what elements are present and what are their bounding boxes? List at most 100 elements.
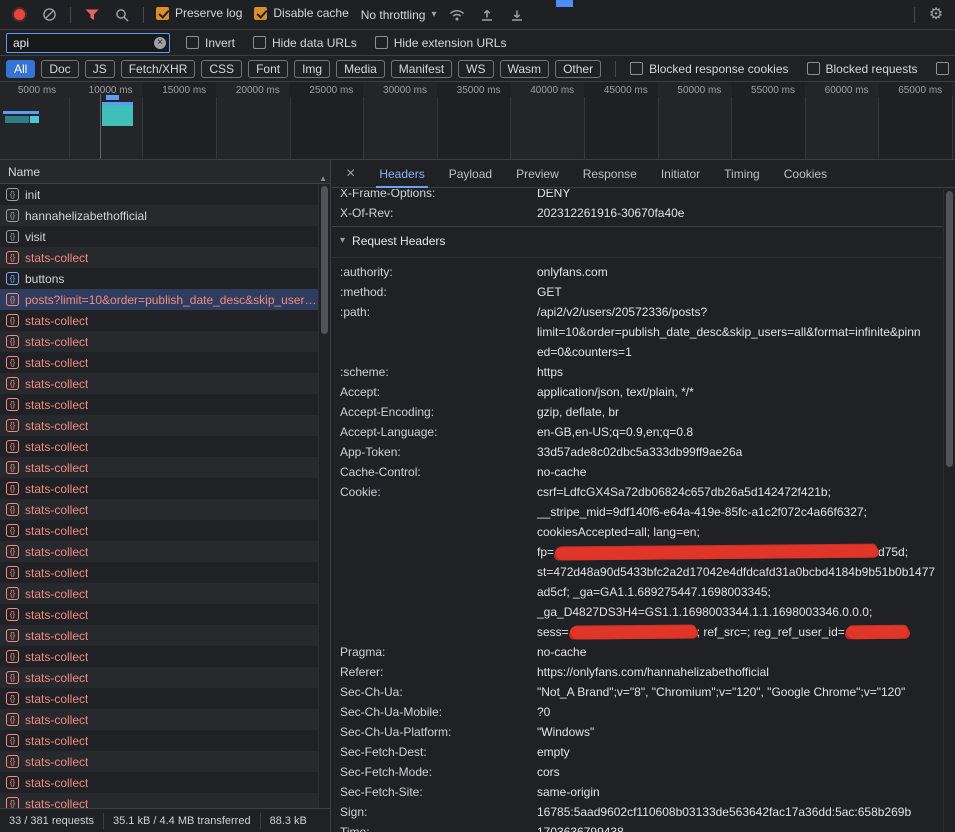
request-row[interactable]: {}stats-collect xyxy=(0,730,318,751)
resource-type-row: All Doc JS Fetch/XHR CSS Font Img Media Manifest… xyxy=(0,56,955,82)
request-row[interactable]: {}stats-collect xyxy=(0,667,318,688)
filter-chip-ws[interactable]: WS xyxy=(458,60,493,78)
tab-headers[interactable]: Headers xyxy=(379,160,424,188)
download-arrow-icon xyxy=(510,8,524,22)
filter-chip-js[interactable]: JS xyxy=(85,60,115,78)
request-row[interactable]: {}posts?limit=10&order=publish_date_desc… xyxy=(0,289,318,310)
request-name: stats-collect xyxy=(25,566,88,580)
script-icon: {} xyxy=(6,755,19,768)
details-scrollbar[interactable] xyxy=(943,189,955,832)
request-row[interactable]: {}stats-collect xyxy=(0,352,318,373)
filter-chip-manifest[interactable]: Manifest xyxy=(391,60,452,78)
export-har-button[interactable] xyxy=(508,6,526,24)
request-row[interactable]: {}stats-collect xyxy=(0,583,318,604)
tab-timing[interactable]: Timing xyxy=(724,160,760,188)
record-button[interactable] xyxy=(10,6,28,24)
timeline-tick-label: 10000 ms xyxy=(89,85,133,96)
request-row[interactable]: {}stats-collect xyxy=(0,751,318,772)
throttling-select[interactable]: No throttling ▾ xyxy=(361,8,437,22)
request-row[interactable]: {}stats-collect xyxy=(0,793,318,808)
network-conditions-button[interactable] xyxy=(448,6,466,24)
requests-count: 33 / 381 requests xyxy=(0,813,104,829)
request-row[interactable]: {}stats-collect xyxy=(0,562,318,583)
filter-checkbox-invert[interactable]: Invert xyxy=(186,36,235,50)
filter-chip-fetch-xhr[interactable]: Fetch/XHR xyxy=(121,60,196,78)
request-row[interactable]: {}init xyxy=(0,184,318,205)
filter-checkbox-blocked-response-cookies[interactable]: Blocked response cookies xyxy=(630,62,788,76)
filter-chip-doc[interactable]: Doc xyxy=(41,60,78,78)
request-row[interactable]: {}stats-collect xyxy=(0,478,318,499)
request-row[interactable]: {}buttons xyxy=(0,268,318,289)
filter-checkbox-hide-data-urls[interactable]: Hide data URLs xyxy=(253,36,357,50)
scrollbar-thumb[interactable] xyxy=(321,186,328,334)
preserve-log-checkbox[interactable]: Preserve log xyxy=(156,6,242,20)
tab-cookies[interactable]: Cookies xyxy=(784,160,827,188)
header-value: 16785:5aad9602cf110608b03133de563642fac1… xyxy=(537,802,943,822)
request-row[interactable]: {}stats-collect xyxy=(0,646,318,667)
tab-payload[interactable]: Payload xyxy=(449,160,492,188)
header-row: Sec-Ch-Ua:"Not_A Brand";v="8", "Chromium… xyxy=(340,682,943,702)
filter-chip-img[interactable]: Img xyxy=(294,60,330,78)
request-row[interactable]: {}stats-collect xyxy=(0,436,318,457)
filter-checkbox-3rd-party-requests[interactable]: 3rd-party requests xyxy=(936,62,955,76)
filter-chip-wasm[interactable]: Wasm xyxy=(500,60,550,78)
request-row[interactable]: {}stats-collect xyxy=(0,541,318,562)
name-column-header[interactable]: Name ▲ xyxy=(0,160,330,184)
disable-cache-checkbox[interactable]: Disable cache xyxy=(254,6,348,20)
tab-response[interactable]: Response xyxy=(583,160,637,188)
request-row[interactable]: {}stats-collect xyxy=(0,499,318,520)
header-name: :authority: xyxy=(340,262,537,282)
request-row[interactable]: {}stats-collect xyxy=(0,310,318,331)
clear-icon xyxy=(42,7,57,22)
request-name: visit xyxy=(25,230,46,244)
overview-strip[interactable]: 5000 ms10000 ms15000 ms20000 ms25000 ms3… xyxy=(0,82,955,160)
header-value: 202312261916-30670fa40e xyxy=(537,203,943,223)
header-row: X-Frame-Options: DENY xyxy=(340,189,943,203)
filter-input[interactable] xyxy=(7,36,145,50)
filter-chip-other[interactable]: Other xyxy=(555,60,601,78)
header-row: Accept:application/json, text/plain, */* xyxy=(340,382,943,402)
request-row[interactable]: {}stats-collect xyxy=(0,709,318,730)
scrollbar-thumb[interactable] xyxy=(946,191,953,467)
filter-checkbox-hide-extension-urls[interactable]: Hide extension URLs xyxy=(375,36,507,50)
request-row[interactable]: {}stats-collect xyxy=(0,772,318,793)
request-row[interactable]: {}stats-collect xyxy=(0,457,318,478)
request-row[interactable]: {}stats-collect xyxy=(0,373,318,394)
timeline-gridline xyxy=(290,97,291,159)
import-har-button[interactable] xyxy=(478,6,496,24)
filter-chip-media[interactable]: Media xyxy=(336,60,385,78)
close-icon[interactable]: × xyxy=(346,165,355,183)
header-row: Accept-Encoding:gzip, deflate, br xyxy=(340,402,943,422)
filter-toggle-button[interactable] xyxy=(83,6,101,24)
request-row[interactable]: {}stats-collect xyxy=(0,415,318,436)
request-row[interactable]: {}stats-collect xyxy=(0,394,318,415)
tab-preview[interactable]: Preview xyxy=(516,160,559,188)
script-icon: {} xyxy=(6,545,19,558)
filter-chip-font[interactable]: Font xyxy=(248,60,288,78)
request-row[interactable]: {}stats-collect xyxy=(0,604,318,625)
request-list-scrollbar[interactable] xyxy=(318,184,330,808)
tab-initiator[interactable]: Initiator xyxy=(661,160,700,188)
search-button[interactable] xyxy=(113,6,131,24)
request-row[interactable]: {}stats-collect xyxy=(0,520,318,541)
clear-log-button[interactable] xyxy=(40,6,58,24)
request-headers-section-header[interactable]: ▾ Request Headers xyxy=(340,227,943,254)
request-row[interactable]: {}stats-collect xyxy=(0,625,318,646)
filter-chip-css[interactable]: CSS xyxy=(201,60,242,78)
timeline-gridline xyxy=(584,97,585,159)
header-name: Sec-Fetch-Mode: xyxy=(340,762,537,782)
header-name: Sec-Fetch-Site: xyxy=(340,782,537,802)
filter-checkbox-blocked-requests[interactable]: Blocked requests xyxy=(807,62,918,76)
filter-chip-all[interactable]: All xyxy=(6,60,35,78)
request-row[interactable]: {}stats-collect xyxy=(0,331,318,352)
checkbox xyxy=(807,62,820,75)
request-row[interactable]: {}hannahelizabethofficial xyxy=(0,205,318,226)
settings-button[interactable]: ⚙ xyxy=(927,6,945,24)
waterfall-bar xyxy=(102,105,133,126)
request-name: hannahelizabethofficial xyxy=(25,209,147,223)
request-row[interactable]: {}stats-collect xyxy=(0,688,318,709)
request-row[interactable]: {}visit xyxy=(0,226,318,247)
request-row[interactable]: {}stats-collect xyxy=(0,247,318,268)
request-name: stats-collect xyxy=(25,671,88,685)
clear-filter-icon[interactable]: × xyxy=(154,37,166,49)
